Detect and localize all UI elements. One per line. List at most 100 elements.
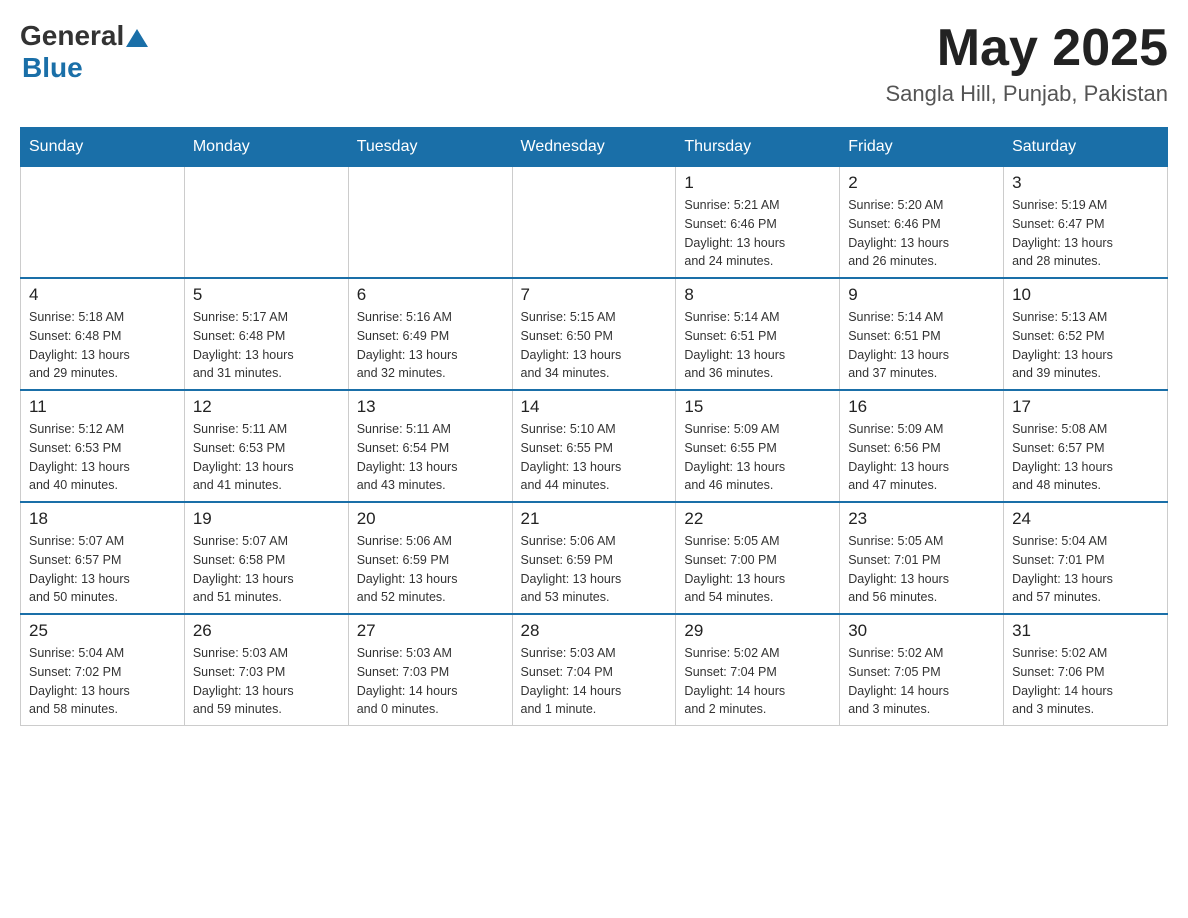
- day-number: 30: [848, 621, 995, 641]
- calendar-week-row: 25Sunrise: 5:04 AM Sunset: 7:02 PM Dayli…: [21, 614, 1168, 726]
- calendar-cell: 10 Sunrise: 5:13 AM Sunset: 6:52 PM Dayli…: [1004, 278, 1168, 390]
- calendar-cell: 29Sunrise: 5:02 AM Sunset: 7:04 PM Dayli…: [676, 614, 840, 726]
- day-info: Sunrise: 5:06 AM Sunset: 6:59 PM Dayligh…: [521, 532, 668, 607]
- day-info: Sunrise: 5:13 AM Sunset: 6:52 PM Dayligh…: [1012, 308, 1159, 383]
- day-number: 16: [848, 397, 995, 417]
- day-number: 4: [29, 285, 176, 305]
- location-text: Sangla Hill, Punjab, Pakistan: [886, 81, 1169, 107]
- calendar-week-row: 4 Sunrise: 5:18 AM Sunset: 6:48 PM Daylig…: [21, 278, 1168, 390]
- calendar-cell: 5Sunrise: 5:17 AM Sunset: 6:48 PM Daylig…: [184, 278, 348, 390]
- day-number: 27: [357, 621, 504, 641]
- day-info: Sunrise: 5:03 AM Sunset: 7:03 PM Dayligh…: [193, 644, 340, 719]
- calendar-cell: 31 Sunrise: 5:02 AM Sunset: 7:06 PM Dayli…: [1004, 614, 1168, 726]
- calendar-cell: 20Sunrise: 5:06 AM Sunset: 6:59 PM Dayli…: [348, 502, 512, 614]
- day-number: 11: [29, 397, 176, 417]
- day-info: Sunrise: 5:11 AM Sunset: 6:53 PM Dayligh…: [193, 420, 340, 495]
- calendar-cell: 13 Sunrise: 5:11 AM Sunset: 6:54 PM Dayli…: [348, 390, 512, 502]
- calendar-week-row: 1Sunrise: 5:21 AM Sunset: 6:46 PM Daylig…: [21, 167, 1168, 279]
- calendar-table: SundayMondayTuesdayWednesdayThursdayFrid…: [20, 127, 1168, 726]
- weekday-header-row: SundayMondayTuesdayWednesdayThursdayFrid…: [21, 128, 1168, 167]
- logo-arrow-icon: [126, 29, 148, 47]
- calendar-cell: 1Sunrise: 5:21 AM Sunset: 6:46 PM Daylig…: [676, 167, 840, 279]
- day-number: 24: [1012, 509, 1159, 529]
- day-info: Sunrise: 5:19 AM Sunset: 6:47 PM Dayligh…: [1012, 196, 1159, 271]
- logo-general-text: General: [20, 20, 124, 52]
- day-number: 7: [521, 285, 668, 305]
- day-number: 3: [1012, 173, 1159, 193]
- weekday-header-tuesday: Tuesday: [348, 128, 512, 167]
- calendar-cell: 28Sunrise: 5:03 AM Sunset: 7:04 PM Dayli…: [512, 614, 676, 726]
- calendar-cell: 9 Sunrise: 5:14 AM Sunset: 6:51 PM Daylig…: [840, 278, 1004, 390]
- calendar-cell: [512, 167, 676, 279]
- day-number: 12: [193, 397, 340, 417]
- day-info: Sunrise: 5:20 AM Sunset: 6:46 PM Dayligh…: [848, 196, 995, 271]
- day-info: Sunrise: 5:05 AM Sunset: 7:00 PM Dayligh…: [684, 532, 831, 607]
- day-number: 20: [357, 509, 504, 529]
- day-info: Sunrise: 5:09 AM Sunset: 6:56 PM Dayligh…: [848, 420, 995, 495]
- day-info: Sunrise: 5:16 AM Sunset: 6:49 PM Dayligh…: [357, 308, 504, 383]
- calendar-cell: 25Sunrise: 5:04 AM Sunset: 7:02 PM Dayli…: [21, 614, 185, 726]
- weekday-header-monday: Monday: [184, 128, 348, 167]
- day-number: 17: [1012, 397, 1159, 417]
- calendar-cell: 17Sunrise: 5:08 AM Sunset: 6:57 PM Dayli…: [1004, 390, 1168, 502]
- calendar-cell: 14Sunrise: 5:10 AM Sunset: 6:55 PM Dayli…: [512, 390, 676, 502]
- calendar-cell: 19Sunrise: 5:07 AM Sunset: 6:58 PM Dayli…: [184, 502, 348, 614]
- calendar-cell: 6Sunrise: 5:16 AM Sunset: 6:49 PM Daylig…: [348, 278, 512, 390]
- day-info: Sunrise: 5:07 AM Sunset: 6:57 PM Dayligh…: [29, 532, 176, 607]
- calendar-cell: 15 Sunrise: 5:09 AM Sunset: 6:55 PM Dayli…: [676, 390, 840, 502]
- day-info: Sunrise: 5:11 AM Sunset: 6:54 PM Dayligh…: [357, 420, 504, 495]
- day-number: 8: [684, 285, 831, 305]
- day-number: 10: [1012, 285, 1159, 305]
- day-number: 21: [521, 509, 668, 529]
- day-info: Sunrise: 5:14 AM Sunset: 6:51 PM Dayligh…: [848, 308, 995, 383]
- logo-blue-text: Blue: [22, 52, 83, 83]
- day-info: Sunrise: 5:12 AM Sunset: 6:53 PM Dayligh…: [29, 420, 176, 495]
- calendar-cell: 30 Sunrise: 5:02 AM Sunset: 7:05 PM Dayli…: [840, 614, 1004, 726]
- calendar-cell: 23 Sunrise: 5:05 AM Sunset: 7:01 PM Dayli…: [840, 502, 1004, 614]
- calendar-cell: 7 Sunrise: 5:15 AM Sunset: 6:50 PM Daylig…: [512, 278, 676, 390]
- calendar-week-row: 18Sunrise: 5:07 AM Sunset: 6:57 PM Dayli…: [21, 502, 1168, 614]
- day-info: Sunrise: 5:14 AM Sunset: 6:51 PM Dayligh…: [684, 308, 831, 383]
- weekday-header-friday: Friday: [840, 128, 1004, 167]
- calendar-cell: 3 Sunrise: 5:19 AM Sunset: 6:47 PM Daylig…: [1004, 167, 1168, 279]
- calendar-cell: 11 Sunrise: 5:12 AM Sunset: 6:53 PM Dayli…: [21, 390, 185, 502]
- weekday-header-saturday: Saturday: [1004, 128, 1168, 167]
- day-info: Sunrise: 5:17 AM Sunset: 6:48 PM Dayligh…: [193, 308, 340, 383]
- calendar-cell: 16 Sunrise: 5:09 AM Sunset: 6:56 PM Dayli…: [840, 390, 1004, 502]
- day-info: Sunrise: 5:21 AM Sunset: 6:46 PM Dayligh…: [684, 196, 831, 271]
- logo: General Blue: [20, 20, 148, 84]
- day-number: 31: [1012, 621, 1159, 641]
- calendar-cell: [21, 167, 185, 279]
- calendar-cell: 27 Sunrise: 5:03 AM Sunset: 7:03 PM Dayli…: [348, 614, 512, 726]
- day-number: 15: [684, 397, 831, 417]
- day-number: 22: [684, 509, 831, 529]
- day-number: 9: [848, 285, 995, 305]
- weekday-header-wednesday: Wednesday: [512, 128, 676, 167]
- day-info: Sunrise: 5:02 AM Sunset: 7:06 PM Dayligh…: [1012, 644, 1159, 719]
- day-info: Sunrise: 5:04 AM Sunset: 7:02 PM Dayligh…: [29, 644, 176, 719]
- day-info: Sunrise: 5:05 AM Sunset: 7:01 PM Dayligh…: [848, 532, 995, 607]
- day-number: 23: [848, 509, 995, 529]
- title-section: May 2025 Sangla Hill, Punjab, Pakistan: [886, 20, 1169, 107]
- calendar-week-row: 11 Sunrise: 5:12 AM Sunset: 6:53 PM Dayli…: [21, 390, 1168, 502]
- calendar-cell: 12 Sunrise: 5:11 AM Sunset: 6:53 PM Dayli…: [184, 390, 348, 502]
- month-title: May 2025: [886, 20, 1169, 77]
- day-info: Sunrise: 5:03 AM Sunset: 7:03 PM Dayligh…: [357, 644, 504, 719]
- calendar-cell: 2 Sunrise: 5:20 AM Sunset: 6:46 PM Daylig…: [840, 167, 1004, 279]
- day-number: 14: [521, 397, 668, 417]
- day-info: Sunrise: 5:03 AM Sunset: 7:04 PM Dayligh…: [521, 644, 668, 719]
- weekday-header-sunday: Sunday: [21, 128, 185, 167]
- calendar-cell: [348, 167, 512, 279]
- day-info: Sunrise: 5:02 AM Sunset: 7:04 PM Dayligh…: [684, 644, 831, 719]
- day-number: 2: [848, 173, 995, 193]
- calendar-cell: 21 Sunrise: 5:06 AM Sunset: 6:59 PM Dayli…: [512, 502, 676, 614]
- weekday-header-thursday: Thursday: [676, 128, 840, 167]
- day-info: Sunrise: 5:18 AM Sunset: 6:48 PM Dayligh…: [29, 308, 176, 383]
- day-info: Sunrise: 5:04 AM Sunset: 7:01 PM Dayligh…: [1012, 532, 1159, 607]
- day-number: 13: [357, 397, 504, 417]
- calendar-cell: 24 Sunrise: 5:04 AM Sunset: 7:01 PM Dayli…: [1004, 502, 1168, 614]
- day-info: Sunrise: 5:15 AM Sunset: 6:50 PM Dayligh…: [521, 308, 668, 383]
- day-info: Sunrise: 5:07 AM Sunset: 6:58 PM Dayligh…: [193, 532, 340, 607]
- day-info: Sunrise: 5:02 AM Sunset: 7:05 PM Dayligh…: [848, 644, 995, 719]
- day-info: Sunrise: 5:09 AM Sunset: 6:55 PM Dayligh…: [684, 420, 831, 495]
